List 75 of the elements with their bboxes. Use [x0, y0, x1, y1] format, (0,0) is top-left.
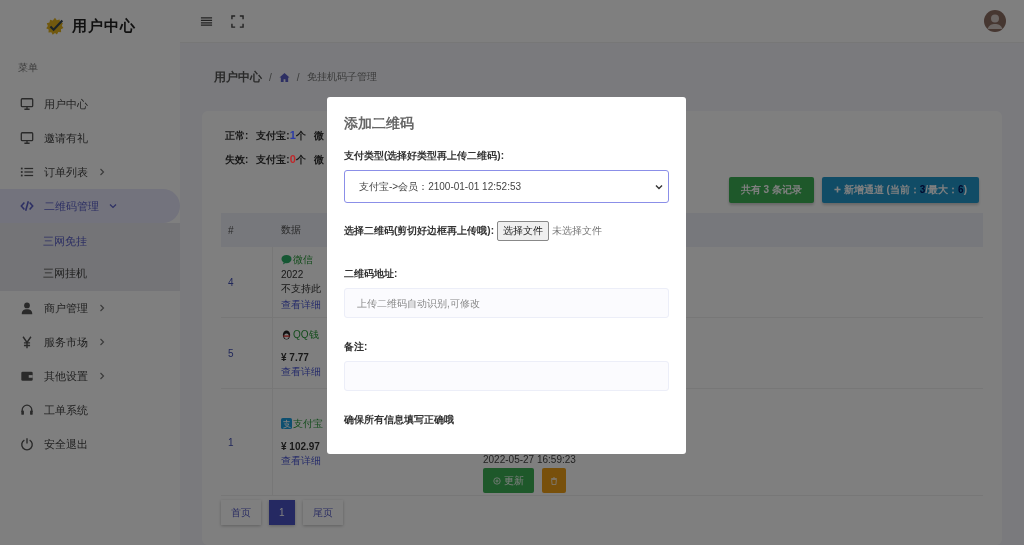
- breadcrumb-separator: /: [296, 71, 300, 83]
- status-count: 支付宝:0个: [256, 153, 306, 167]
- timestamp: 2022-05-27 16:59:23: [483, 454, 576, 465]
- page-title: 用户中心: [214, 68, 262, 86]
- sidebar-item[interactable]: 邀请有礼: [0, 121, 180, 155]
- home-icon[interactable]: [278, 71, 290, 83]
- sidebar-item[interactable]: 其他设置: [0, 359, 180, 393]
- avatar[interactable]: [984, 10, 1006, 32]
- chevron-right-icon: [98, 304, 106, 312]
- status-label: 失效:: [225, 153, 249, 167]
- page-button[interactable]: 首页: [221, 500, 261, 525]
- sidebar-item[interactable]: 工单系统: [0, 393, 180, 427]
- field-label: 选择二维码(剪切好边框再上传哦):: [344, 224, 494, 238]
- file-status: 未选择文件: [552, 224, 602, 238]
- channel-name: 支付宝: [293, 416, 323, 431]
- chevron-right-icon: [98, 372, 106, 380]
- status-count: 微: [313, 129, 324, 143]
- code-icon: [20, 199, 34, 213]
- field-label: 二维码地址:: [344, 267, 399, 281]
- modal-title: 添加二维码: [344, 115, 415, 133]
- headset-icon: [20, 403, 34, 417]
- field-label: 备注:: [344, 340, 369, 354]
- brand-title: 用户中心: [72, 17, 136, 36]
- wallet-icon: [20, 369, 34, 383]
- details-link[interactable]: 查看详细: [281, 364, 321, 379]
- sidebar-item[interactable]: 用户中心: [0, 87, 180, 121]
- sidebar-item[interactable]: 订单列表: [0, 155, 180, 189]
- select-field[interactable]: 支付宝->会员：2100-01-01 12:52:53: [344, 170, 669, 203]
- sidebar-item[interactable]: 服务市场: [0, 325, 180, 359]
- monitor-icon: [20, 131, 34, 145]
- row-text: 2022: [281, 268, 304, 280]
- list-icon: [20, 165, 34, 179]
- chevron-right-icon: [98, 168, 106, 176]
- alipay-icon: [281, 418, 292, 429]
- column-header: 数据: [281, 224, 301, 235]
- update-button[interactable]: 更新: [483, 468, 534, 493]
- chevron-right-icon: [98, 338, 106, 346]
- sidebar-item[interactable]: 商户管理: [0, 291, 180, 325]
- row-text: 不支持此: [281, 281, 321, 296]
- record-count-button[interactable]: 共有 3 条记录: [728, 177, 814, 203]
- details-link[interactable]: 查看详细: [281, 453, 321, 468]
- column-header: #: [228, 224, 234, 236]
- row-number: 5: [228, 347, 234, 359]
- breadcrumb-separator: /: [269, 71, 272, 83]
- choose-file-button[interactable]: 选择文件: [497, 221, 549, 241]
- user-icon: [20, 301, 34, 315]
- yen-icon: [20, 335, 34, 349]
- status-label: 正常:: [225, 129, 249, 143]
- page-button[interactable]: 1: [269, 500, 295, 525]
- monitor-icon: [20, 97, 34, 111]
- chevron-down-icon: [655, 182, 663, 191]
- amount: ¥ 102.97: [281, 440, 320, 452]
- circle-plus-icon: [493, 476, 501, 485]
- sidebar-item[interactable]: 安全退出: [0, 427, 180, 461]
- row-number: 4: [228, 276, 234, 288]
- row-number: 1: [228, 436, 234, 448]
- input-field[interactable]: 上传二维码自动识别,可修改: [344, 288, 669, 318]
- chevron-right-icon: [109, 202, 117, 210]
- plus-icon: [833, 186, 841, 193]
- note-text: 确保所有信息填写正确哦: [344, 413, 455, 427]
- page-button[interactable]: 尾页: [302, 500, 343, 525]
- penguin-icon: [281, 329, 292, 340]
- field-label: 支付类型(选择好类型再上传二维码):: [344, 149, 505, 163]
- power-icon: [20, 437, 34, 451]
- channel-name: 微信: [293, 252, 313, 267]
- fullscreen-icon[interactable]: [231, 14, 244, 28]
- chat-bubble-icon: [281, 254, 292, 265]
- trash-icon: [550, 476, 558, 485]
- channel-name: QQ钱: [293, 327, 319, 342]
- add-channel-button[interactable]: 新增通道 (当前：3/最大：6): [821, 177, 979, 203]
- menu-icon[interactable]: [200, 14, 213, 28]
- details-link[interactable]: 查看详细: [281, 297, 321, 312]
- status-count: 微: [313, 153, 324, 167]
- amount: ¥ 7.77: [281, 351, 309, 363]
- status-count: 支付宝:1个: [256, 129, 306, 143]
